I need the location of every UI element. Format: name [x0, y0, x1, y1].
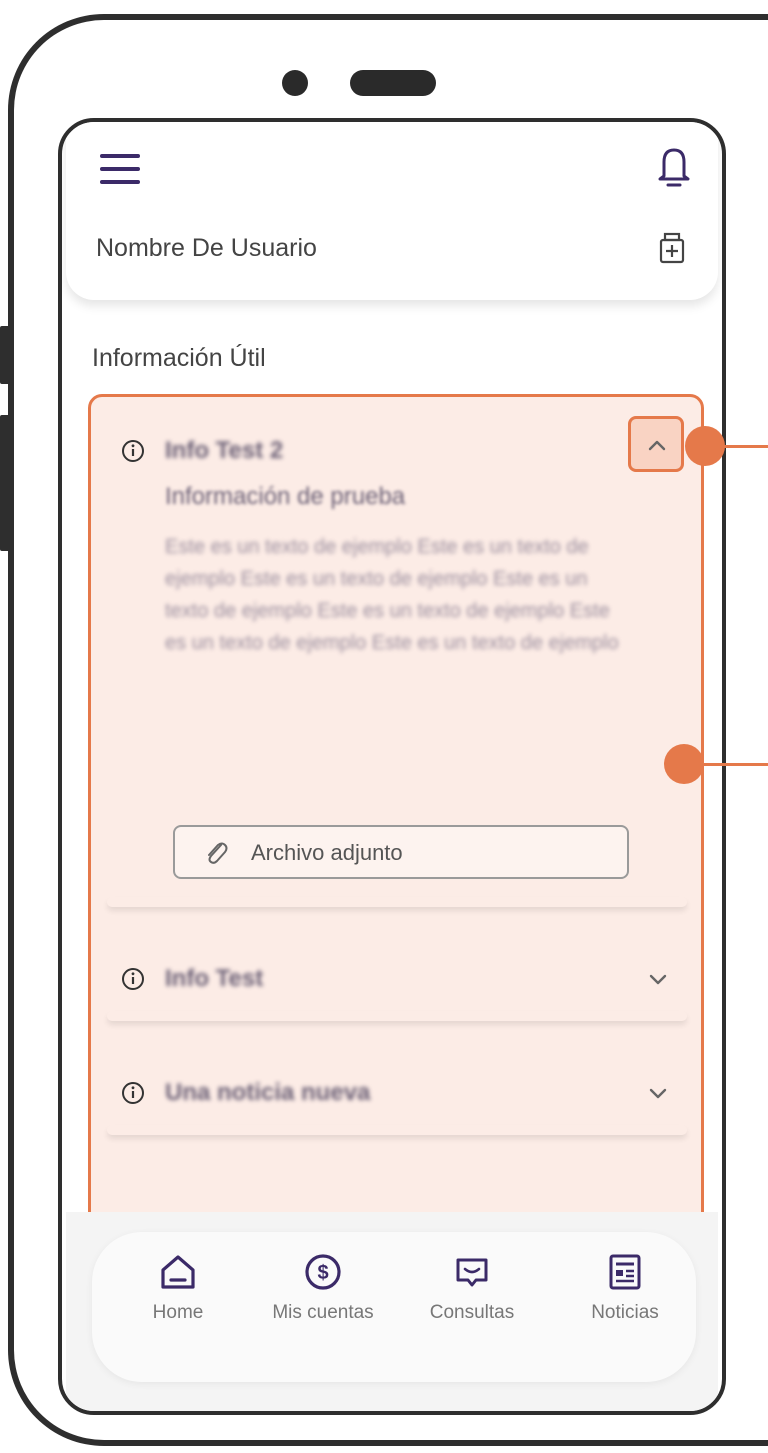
- callout-line: [720, 445, 768, 448]
- nav-label: Mis cuentas: [272, 1302, 374, 1323]
- medicine-box-icon[interactable]: [658, 232, 686, 264]
- section-title: Información Útil: [92, 344, 266, 372]
- nav-item-consultas[interactable]: Consultas: [412, 1252, 532, 1324]
- chevron-down-icon[interactable]: [645, 967, 671, 993]
- speaker-grille: [350, 70, 436, 96]
- nav-label: Noticias: [591, 1302, 659, 1323]
- nav-item-home[interactable]: Home: [128, 1252, 228, 1324]
- accordion-body-text: Este es un texto de ejemplo Este es un t…: [165, 536, 619, 654]
- nav-item-noticias[interactable]: Noticias: [570, 1252, 680, 1324]
- username: Nombre De Usuario: [96, 234, 317, 262]
- svg-text:$: $: [317, 1262, 328, 1284]
- accordion-title: Info Test 2: [165, 437, 284, 464]
- accordion-title: Una noticia nueva: [165, 1079, 371, 1106]
- info-icon: [122, 1082, 144, 1104]
- phone-volume-button: [0, 415, 10, 551]
- callout-line: [700, 763, 768, 766]
- divider: [107, 1011, 687, 1021]
- dollar-circle-icon: $: [305, 1254, 341, 1290]
- callout-marker-collapse: [685, 426, 725, 466]
- attachment-label: Archivo adjunto: [251, 840, 403, 865]
- nav-item-mis-cuentas[interactable]: $ Mis cuentas: [248, 1252, 398, 1324]
- attachment-button[interactable]: Archivo adjunto: [173, 825, 629, 879]
- bottom-nav: Home $ Mis cuentas Consultas Noticias: [92, 1232, 696, 1382]
- info-icon: [122, 440, 144, 462]
- chevron-down-icon[interactable]: [645, 1081, 671, 1107]
- home-icon: [161, 1255, 195, 1289]
- phone-side-button: [0, 326, 10, 384]
- collapse-button[interactable]: [628, 416, 684, 472]
- accordion-subtitle: Información de prueba: [165, 483, 406, 510]
- nav-label: Consultas: [429, 1302, 515, 1323]
- info-accordion-panel: Info Test 2 Información de prueba Este e…: [88, 394, 704, 1232]
- chat-icon: [456, 1258, 488, 1287]
- app-header: Nombre De Usuario: [66, 122, 718, 300]
- newspaper-icon: [609, 1254, 641, 1290]
- camera-dot: [282, 70, 308, 96]
- hamburger-menu-icon[interactable]: [100, 154, 140, 188]
- app-screen: Nombre De Usuario Información Útil Info …: [58, 118, 726, 1415]
- accordion-title: Info Test: [165, 965, 264, 992]
- callout-marker-panel: [664, 744, 704, 784]
- divider: [107, 1125, 687, 1135]
- chevron-up-icon: [648, 440, 666, 451]
- info-icon: [122, 968, 144, 990]
- paperclip-icon: [208, 842, 228, 864]
- nav-label: Home: [152, 1302, 204, 1323]
- divider: [107, 897, 687, 907]
- bell-icon[interactable]: [656, 144, 692, 190]
